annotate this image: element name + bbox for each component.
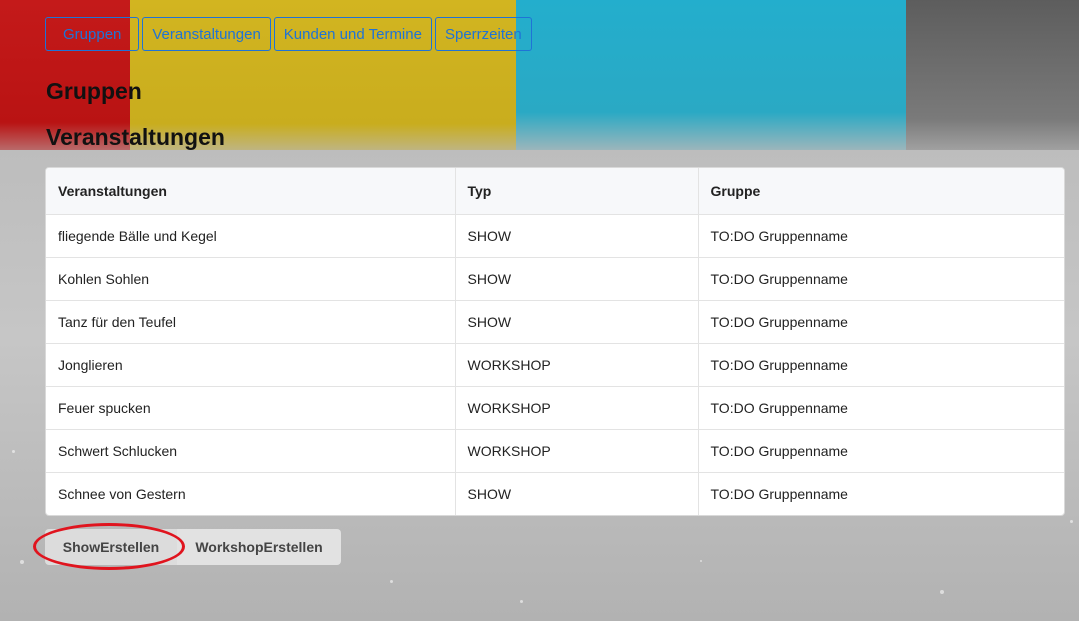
create-button-group: ShowErstellen WorkshopErstellen [45,529,341,565]
table-row[interactable]: Jonglieren WORKSHOP TO:DO Gruppenname [46,343,1064,387]
column-header-typ: Typ [455,168,699,215]
event-type-cell: SHOW [455,472,699,515]
table-row[interactable]: Feuer spucken WORKSHOP TO:DO Gruppenname [46,386,1064,430]
table-header-row: Veranstaltungen Typ Gruppe [46,168,1064,215]
table-row[interactable]: Kohlen Sohlen SHOW TO:DO Gruppenname [46,257,1064,301]
event-name-cell: Schnee von Gestern [46,472,456,515]
tab-kunden-und-termine[interactable]: Kunden und Termine [273,17,432,51]
events-heading: Veranstaltungen [46,124,225,150]
groups-heading: Gruppen [46,78,142,104]
event-name-cell: fliegende Bälle und Kegel [46,214,456,258]
event-group-cell: TO:DO Gruppenname [710,485,848,502]
events-table-card: Veranstaltungen Typ Gruppe fliegende Bäl… [45,167,1065,516]
event-name-cell: Feuer spucken [46,386,456,430]
event-name-cell: Schwert Schlucken [46,429,456,473]
event-group-cell: TO:DO Gruppenname [698,386,1064,430]
top-nav: Gruppen Veranstaltungen Kunden und Termi… [45,17,532,51]
event-group-cell: TO:DO Gruppenname [698,343,1064,387]
event-type-cell: WORKSHOP [455,343,699,387]
table-row[interactable]: Tanz für den Teufel SHOW TO:DO Gruppenna… [46,300,1064,344]
show-create-button[interactable]: ShowErstellen [45,529,177,565]
event-group-cell: TO:DO Gruppenname [698,300,1064,344]
table-row[interactable]: Schwert Schlucken WORKSHOP TO:DO Gruppen… [46,429,1064,473]
workshop-create-button[interactable]: WorkshopErstellen [177,529,341,565]
column-header-gruppe: Gruppe [698,168,1064,215]
tab-sperrzeiten[interactable]: Sperrzeiten [434,17,532,51]
tab-veranstaltungen[interactable]: Veranstaltungen [142,17,271,51]
event-group-cell: TO:DO Gruppenname [698,429,1064,473]
event-type-cell: WORKSHOP [455,386,699,430]
table-row[interactable]: Schnee von Gestern SHOW TO:DO Gruppennam… [46,472,1064,515]
table-row[interactable]: fliegende Bälle und Kegel SHOW TO:DO Gru… [46,214,1064,258]
events-table: Veranstaltungen Typ Gruppe fliegende Bäl… [46,168,1064,515]
event-name-cell: Kohlen Sohlen [46,257,456,301]
event-type-cell: SHOW [455,257,699,301]
event-group-cell: TO:DO Gruppenname [698,257,1064,301]
event-type-cell: SHOW [455,214,699,258]
event-type-cell: SHOW [455,300,699,344]
event-group-cell: TO:DO Gruppenname [698,214,1064,258]
column-header-veranstaltungen: Veranstaltungen [46,168,456,215]
event-name-cell: Tanz für den Teufel [46,300,456,344]
event-name-cell: Jonglieren [46,343,456,387]
tab-gruppen[interactable]: Gruppen [45,17,140,51]
event-type-cell: WORKSHOP [455,429,699,473]
